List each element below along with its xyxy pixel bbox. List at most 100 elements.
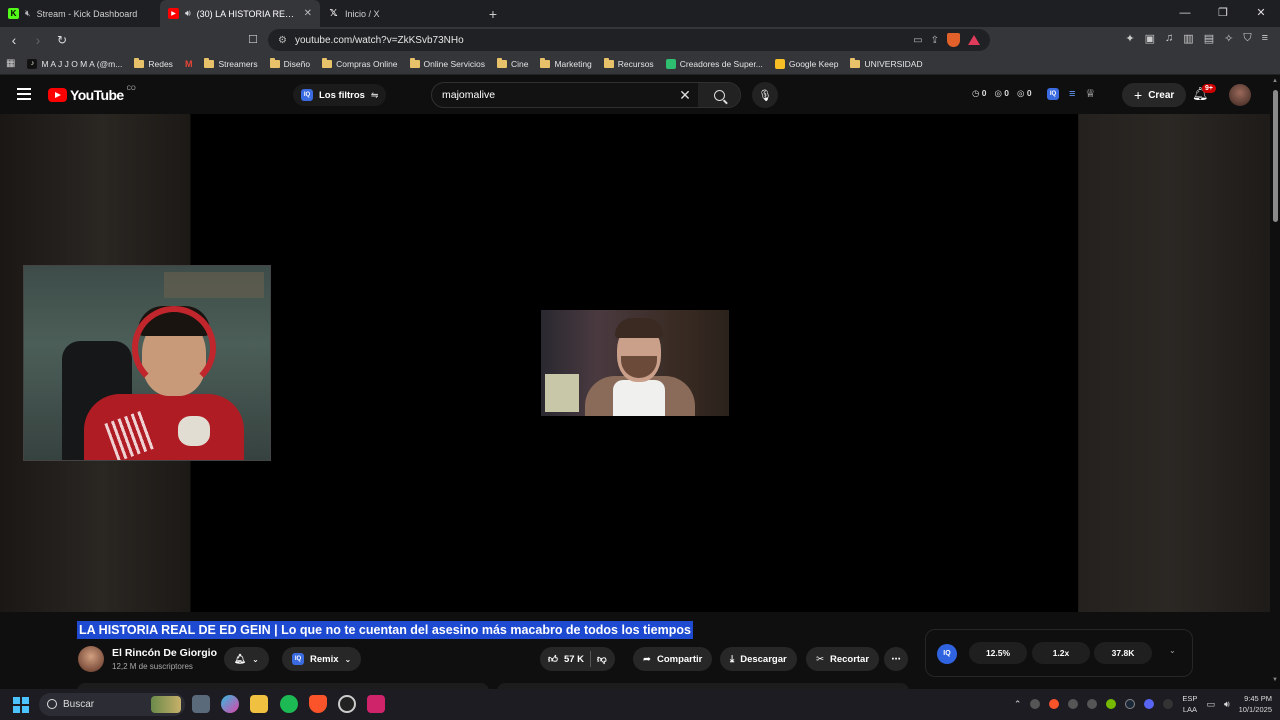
trophy-icon[interactable]: ♕ <box>1085 87 1095 100</box>
bookmark-google-keep[interactable]: Google Keep <box>774 58 838 69</box>
header-extension-icons: IQ ≡ ♕ <box>1047 87 1095 100</box>
bookmark-cine[interactable]: Cine <box>496 57 528 69</box>
language-indicator[interactable]: ESP LAA <box>1182 693 1197 715</box>
folder-icon <box>850 57 861 68</box>
scroll-down-icon[interactable]: ▼ <box>1272 677 1278 683</box>
reload-icon[interactable]: ↻ <box>52 33 72 47</box>
bookmark-streamers[interactable]: Streamers <box>204 57 258 69</box>
network-icon[interactable]: ▭ <box>1206 699 1215 710</box>
tray-usb-icon[interactable] <box>1163 699 1174 709</box>
sidebar-icon[interactable]: ▥ <box>1183 32 1193 45</box>
filters-button[interactable]: IQ Los filtros ⇋ <box>293 84 387 106</box>
account-avatar[interactable] <box>1229 84 1251 106</box>
bookmark-recursos[interactable]: Recursos <box>603 57 654 69</box>
remix-button[interactable]: IQ Remix ⌄ <box>282 647 362 671</box>
page-scrollbar[interactable]: ▲ ▼ <box>1270 76 1280 689</box>
tray-obs-icon[interactable] <box>1068 699 1079 709</box>
forward-icon[interactable]: › <box>28 32 48 48</box>
youtube-logo[interactable]: YouTube CO <box>48 86 136 103</box>
brave-shield-icon[interactable] <box>947 33 960 47</box>
new-tab-button[interactable]: + <box>480 6 506 22</box>
media-icon[interactable]: ♫ <box>1165 32 1173 45</box>
bookmark-tiktok[interactable]: ♪ M A J J O M A (@m... <box>27 58 122 69</box>
iq-extension-icon[interactable]: IQ <box>1047 87 1059 100</box>
url-text[interactable]: youtube.com/watch?v=ZkKSvb73NHo <box>295 35 905 46</box>
cast-icon[interactable]: ▭ <box>913 35 922 46</box>
more-actions-button[interactable]: ⋯ <box>884 647 908 671</box>
task-view-icon[interactable] <box>192 695 210 713</box>
dislike-button[interactable]: 👎︎ <box>597 653 607 665</box>
list-icon[interactable]: ≡ <box>1069 88 1075 100</box>
brave-icon[interactable] <box>309 695 327 713</box>
clip-button[interactable]: ✂ Recortar <box>806 647 880 671</box>
bookmark-creadores[interactable]: Creadores de Super... <box>665 58 763 69</box>
wallet-icon[interactable]: ▤ <box>1204 32 1214 45</box>
tab-x-inicio[interactable]: 𝕏 Inicio / X <box>320 0 480 27</box>
tiktok-live-icon[interactable] <box>367 695 385 713</box>
like-count: 57 K <box>563 653 585 665</box>
subscribe-notification-button[interactable]: 🔔︎ ⌄ <box>224 647 269 671</box>
channel-name[interactable]: El Rincón De Giorgio <box>112 647 217 659</box>
tray-overflow-icon[interactable]: ⌃ <box>1014 699 1022 710</box>
bookmark-universidad[interactable]: UNIVERSIDAD <box>850 57 923 69</box>
bookmark-label: Diseño <box>283 58 311 69</box>
site-info-icon[interactable]: ⚙ <box>278 35 287 46</box>
search-box[interactable]: majomalive ✕ <box>431 82 741 108</box>
tray-steam-icon[interactable] <box>1125 699 1136 709</box>
tab-youtube-video[interactable]: ▶ 🔊︎ (30) LA HISTORIA REAL DE ED ✕ <box>160 0 320 27</box>
channel-avatar[interactable] <box>78 646 104 672</box>
leo-ai-icon[interactable]: ✧ <box>1224 32 1233 45</box>
brave-rewards-icon[interactable] <box>968 35 980 45</box>
share-button[interactable]: ➦ Compartir <box>633 647 713 671</box>
tray-discord-icon[interactable] <box>1144 699 1155 709</box>
vpn-icon[interactable]: ⛉ <box>1243 32 1251 45</box>
scroll-up-icon[interactable]: ▲ <box>1272 78 1278 84</box>
volume-icon[interactable]: 🔊︎ <box>1224 699 1230 710</box>
windows-start-icon[interactable] <box>13 697 29 713</box>
restore-icon[interactable]: ❐ <box>1204 0 1242 27</box>
bookmark-icon[interactable]: ☐ <box>248 33 258 46</box>
search-input[interactable]: majomalive <box>432 89 672 101</box>
tray-app-icon[interactable] <box>1030 699 1041 709</box>
tab-kick-dashboard[interactable]: K 🔇︎ Stream - Kick Dashboard <box>0 0 160 27</box>
minimize-icon[interactable]: — <box>1166 0 1204 27</box>
extensions-icon[interactable]: ✦ <box>1125 32 1134 45</box>
chevron-down-icon[interactable]: ⌄ <box>1169 646 1176 655</box>
tray-brave-icon[interactable] <box>1049 699 1060 709</box>
menu-hamburger-icon[interactable] <box>17 88 31 103</box>
clear-search-icon[interactable]: ✕ <box>672 87 698 104</box>
back-icon[interactable]: ‹ <box>4 32 24 48</box>
download-button[interactable]: ⤓ Descargar <box>720 647 797 671</box>
url-bar[interactable]: ⚙ youtube.com/watch?v=ZkKSvb73NHo ▭ ⇪ <box>268 29 990 51</box>
create-button[interactable]: + Crear <box>1122 83 1187 107</box>
bookmark-diseno[interactable]: Diseño <box>269 57 311 69</box>
bookmark-marketing[interactable]: Marketing <box>540 57 592 69</box>
copilot-icon[interactable] <box>221 695 239 713</box>
share-icon: ➦ <box>643 653 651 665</box>
like-button[interactable]: 👍︎ 57 K <box>548 653 585 666</box>
file-explorer-icon[interactable] <box>250 695 268 713</box>
audio-playing-icon: 🔊︎ <box>185 8 191 18</box>
search-button[interactable] <box>698 83 740 107</box>
bookmark-redes[interactable]: Redes <box>134 57 173 69</box>
bookmark-gmail[interactable]: M <box>185 59 193 69</box>
search-highlight-image <box>151 696 181 713</box>
like-dislike-group: 👍︎ 57 K 👎︎ <box>540 647 615 671</box>
voice-search-icon[interactable]: 🎙︎ <box>752 82 778 108</box>
tray-app-icon[interactable] <box>1087 699 1098 709</box>
tray-nvidia-icon[interactable] <box>1106 699 1117 709</box>
bookmark-compras-online[interactable]: Compras Online <box>322 57 398 69</box>
bell-icon: 🔔︎ <box>234 653 247 665</box>
menu-icon[interactable]: ≡ <box>1262 32 1268 45</box>
share-page-icon[interactable]: ⇪ <box>931 35 939 46</box>
translate-icon[interactable]: ▣ <box>1145 32 1155 45</box>
scrollbar-thumb[interactable] <box>1273 90 1278 222</box>
apps-grid-icon[interactable]: ▦ <box>6 58 15 69</box>
bookmark-online-servicios[interactable]: Online Servicios <box>409 57 485 69</box>
obs-icon[interactable] <box>338 695 356 713</box>
clock[interactable]: 9:45 PM 10/1/2025 <box>1239 693 1272 715</box>
taskbar-search[interactable]: Buscar <box>39 693 185 716</box>
close-tab-icon[interactable]: ✕ <box>304 8 312 19</box>
close-window-icon[interactable]: ✕ <box>1242 0 1280 27</box>
spotify-icon[interactable] <box>280 695 298 713</box>
